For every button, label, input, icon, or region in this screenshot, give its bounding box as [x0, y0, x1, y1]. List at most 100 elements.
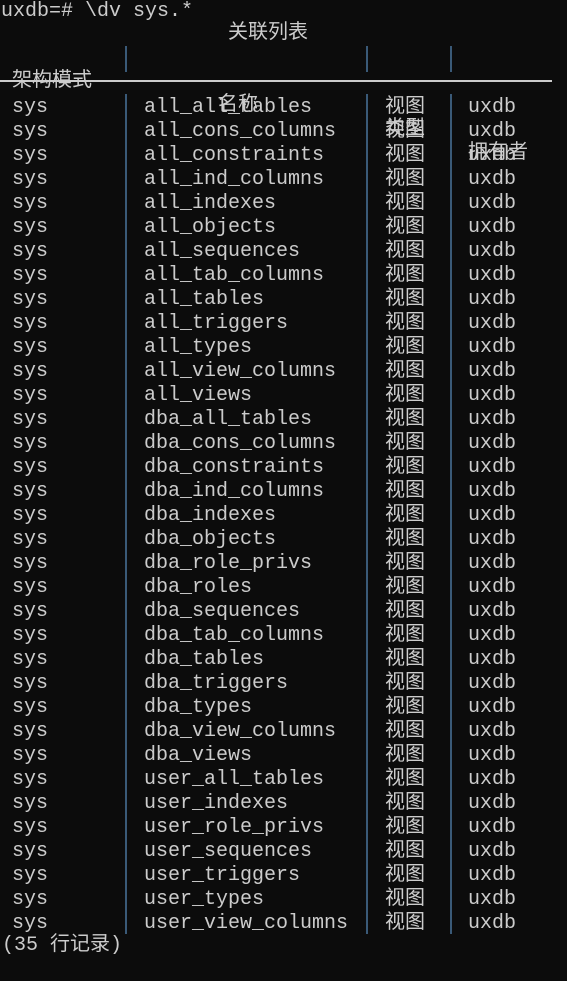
cell-type: 视图	[385, 408, 425, 431]
cell-owner: uxdb	[468, 792, 517, 815]
cell-name: dba_types	[144, 696, 253, 719]
cell-name: all_views	[144, 384, 253, 407]
command-prompt: uxdb=# \dv sys.*	[1, 0, 194, 23]
cell-schema: sys	[12, 528, 49, 551]
table-row: sys user_view_columns 视图 uxdb	[0, 912, 567, 936]
table-row: sys dba_roles 视图 uxdb	[0, 576, 567, 600]
cell-name: dba_role_privs	[144, 552, 313, 575]
cell-owner: uxdb	[468, 312, 517, 335]
cell-type: 视图	[385, 216, 425, 239]
cell-type: 视图	[385, 192, 425, 215]
cell-schema: sys	[12, 888, 49, 911]
cell-owner: uxdb	[468, 264, 517, 287]
header-schema: 架构模式	[12, 70, 92, 93]
table-row: sys dba_view_columns 视图 uxdb	[0, 720, 567, 744]
cell-type: 视图	[385, 336, 425, 359]
cell-owner: uxdb	[468, 120, 517, 143]
table-row: sys user_sequences 视图 uxdb	[0, 840, 567, 864]
cell-type: 视图	[385, 720, 425, 743]
cell-name: all_all_tables	[144, 96, 313, 119]
cell-schema: sys	[12, 864, 49, 887]
cell-owner: uxdb	[468, 696, 517, 719]
cell-type: 视图	[385, 384, 425, 407]
column-separator	[125, 46, 127, 72]
cell-type: 视图	[385, 816, 425, 839]
cell-schema: sys	[12, 216, 49, 239]
cell-schema: sys	[12, 96, 49, 119]
cell-type: 视图	[385, 888, 425, 911]
cell-schema: sys	[12, 840, 49, 863]
cell-type: 视图	[385, 672, 425, 695]
cell-owner: uxdb	[468, 888, 517, 911]
cell-type: 视图	[385, 864, 425, 887]
cell-owner: uxdb	[468, 600, 517, 623]
table-row: sys dba_views 视图 uxdb	[0, 744, 567, 768]
cell-type: 视图	[385, 120, 425, 143]
column-separator	[366, 46, 368, 72]
cell-schema: sys	[12, 240, 49, 263]
table-row: sys user_indexes 视图 uxdb	[0, 792, 567, 816]
table-row: sys dba_types 视图 uxdb	[0, 696, 567, 720]
cell-schema: sys	[12, 744, 49, 767]
cell-schema: sys	[12, 144, 49, 167]
cell-type: 视图	[385, 168, 425, 191]
cell-owner: uxdb	[468, 576, 517, 599]
table-row: sys dba_tables 视图 uxdb	[0, 648, 567, 672]
cell-name: dba_objects	[144, 528, 277, 551]
table-row: sys dba_objects 视图 uxdb	[0, 528, 567, 552]
cell-owner: uxdb	[468, 456, 517, 479]
table-row: sys dba_triggers 视图 uxdb	[0, 672, 567, 696]
cell-owner: uxdb	[468, 720, 517, 743]
cell-owner: uxdb	[468, 816, 517, 839]
cell-type: 视图	[385, 312, 425, 335]
cell-schema: sys	[12, 480, 49, 503]
table-row: sys user_triggers 视图 uxdb	[0, 864, 567, 888]
cell-owner: uxdb	[468, 192, 517, 215]
cell-type: 视图	[385, 648, 425, 671]
cell-owner: uxdb	[468, 624, 517, 647]
cell-schema: sys	[12, 576, 49, 599]
cell-owner: uxdb	[468, 768, 517, 791]
cell-owner: uxdb	[468, 432, 517, 455]
cell-name: user_all_tables	[144, 768, 325, 791]
cell-name: all_indexes	[144, 192, 277, 215]
cell-type: 视图	[385, 456, 425, 479]
cell-schema: sys	[12, 192, 49, 215]
table-row: sys all_ind_columns 视图 uxdb	[0, 168, 567, 192]
cell-schema: sys	[12, 456, 49, 479]
cell-owner: uxdb	[468, 672, 517, 695]
cell-name: user_triggers	[144, 864, 301, 887]
cell-name: dba_triggers	[144, 672, 289, 695]
cell-type: 视图	[385, 840, 425, 863]
table-row: sys dba_constraints 视图 uxdb	[0, 456, 567, 480]
cell-owner: uxdb	[468, 552, 517, 575]
cell-schema: sys	[12, 672, 49, 695]
table-header: 架构模式 名称 类型 拥有者	[0, 46, 567, 165]
cell-owner: uxdb	[468, 504, 517, 527]
cell-owner: uxdb	[468, 648, 517, 671]
cell-type: 视图	[385, 360, 425, 383]
cell-name: dba_tables	[144, 648, 265, 671]
cell-type: 视图	[385, 264, 425, 287]
cell-schema: sys	[12, 336, 49, 359]
table-row: sys user_role_privs 视图 uxdb	[0, 816, 567, 840]
table-row: sys all_indexes 视图 uxdb	[0, 192, 567, 216]
cell-owner: uxdb	[468, 288, 517, 311]
cell-schema: sys	[12, 120, 49, 143]
cell-type: 视图	[385, 504, 425, 527]
cell-name: dba_ind_columns	[144, 480, 325, 503]
table-row: sys all_types 视图 uxdb	[0, 336, 567, 360]
table-row: sys user_all_tables 视图 uxdb	[0, 768, 567, 792]
cell-schema: sys	[12, 624, 49, 647]
table-row: sys all_views 视图 uxdb	[0, 384, 567, 408]
cell-type: 视图	[385, 912, 425, 935]
cell-type: 视图	[385, 96, 425, 119]
table-row: sys dba_tab_columns 视图 uxdb	[0, 624, 567, 648]
cell-owner: uxdb	[468, 240, 517, 263]
cell-name: user_role_privs	[144, 816, 325, 839]
cell-schema: sys	[12, 504, 49, 527]
cell-name: all_triggers	[144, 312, 289, 335]
cell-name: user_types	[144, 888, 265, 911]
cell-type: 视图	[385, 144, 425, 167]
cell-schema: sys	[12, 816, 49, 839]
